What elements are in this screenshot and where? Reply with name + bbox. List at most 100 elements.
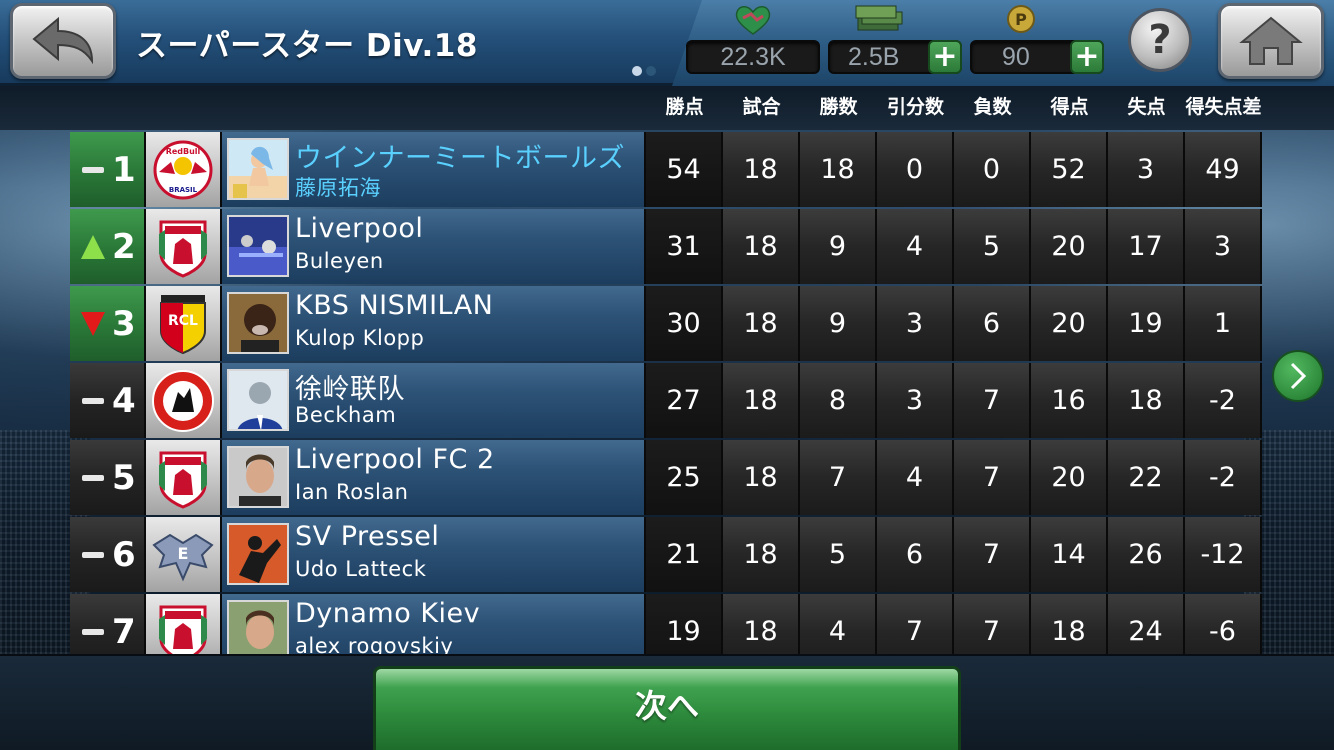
rank-cell: 3 xyxy=(70,286,146,361)
col-header-goals-against: 失点 xyxy=(1127,96,1166,118)
team-name: 徐岭联队 xyxy=(295,374,405,405)
lens-crest-icon: RCL xyxy=(160,294,206,354)
home-button[interactable] xyxy=(1218,3,1324,79)
manager-avatar xyxy=(227,215,289,277)
points-cell: 27 xyxy=(646,363,723,438)
lost-cell: 7 xyxy=(954,517,1031,592)
gp-counter: 22.3K xyxy=(686,40,820,74)
club-crest: RCL xyxy=(146,286,222,361)
rank-cell: 7 xyxy=(70,594,146,654)
lost-cell: 5 xyxy=(954,209,1031,284)
goal-diff-cell: -12 xyxy=(1185,517,1262,592)
club-crest xyxy=(146,209,222,284)
rank-number: 1 xyxy=(112,149,136,190)
manager-name: Kulop Klopp xyxy=(295,326,425,350)
won-cell: 18 xyxy=(800,132,877,207)
chevron-right-icon xyxy=(1290,362,1307,390)
add-coin-button[interactable]: + xyxy=(1070,40,1104,74)
svg-text:RedBull: RedBull xyxy=(166,147,201,156)
drawn-cell: 7 xyxy=(877,594,954,654)
manager-avatar xyxy=(227,523,289,585)
club-crest xyxy=(146,594,222,654)
manager-avatar xyxy=(227,600,289,654)
team-cell: KBS NISMILAN Kulop Klopp xyxy=(222,286,646,361)
eagle-crest-icon: E xyxy=(152,533,214,581)
table-row[interactable]: 2 Liverpool Buleyen 31 18 9 4 5 20 17 3 xyxy=(70,209,1262,284)
lost-cell: 7 xyxy=(954,594,1031,654)
manager-name: Buleyen xyxy=(295,249,384,273)
add-money-button[interactable]: + xyxy=(928,40,962,74)
rank-number: 4 xyxy=(112,380,136,421)
goals-for-cell: 20 xyxy=(1031,286,1108,361)
col-header-points: 勝点 xyxy=(665,96,704,118)
won-cell: 4 xyxy=(800,594,877,654)
drawn-cell: 4 xyxy=(877,440,954,515)
next-button[interactable]: 次へ xyxy=(373,666,961,750)
won-cell: 9 xyxy=(800,209,877,284)
goal-diff-cell: -2 xyxy=(1185,363,1262,438)
goals-against-cell: 19 xyxy=(1108,286,1185,361)
drawn-cell: 4 xyxy=(877,209,954,284)
played-cell: 18 xyxy=(723,132,800,207)
table-row[interactable]: 7 Dynamo Kiev alex rogovskiy 19 18 4 7 7… xyxy=(70,594,1262,654)
team-cell: 徐岭联队 Beckham xyxy=(222,363,646,438)
rank-number: 5 xyxy=(112,457,136,498)
won-cell: 8 xyxy=(800,363,877,438)
back-button[interactable] xyxy=(10,3,116,79)
played-cell: 18 xyxy=(723,209,800,284)
table-row[interactable]: 1 RedBull BRASIL ウインナーミートボールズ 藤原拓海 54 18… xyxy=(70,132,1262,207)
rank-cell: 6 xyxy=(70,517,146,592)
help-button[interactable]: ? xyxy=(1128,8,1192,72)
next-page-button[interactable] xyxy=(1272,350,1324,402)
rank-same-icon xyxy=(80,157,106,183)
goals-against-cell: 18 xyxy=(1108,363,1185,438)
drawn-cell: 3 xyxy=(877,363,954,438)
home-icon xyxy=(1239,16,1303,65)
rank-up-icon xyxy=(80,234,106,260)
table-row[interactable]: 4 徐岭联队 Beckham 27 18 8 3 7 16 18 -2 xyxy=(70,363,1262,438)
goals-against-cell: 22 xyxy=(1108,440,1185,515)
svg-text:RCL: RCL xyxy=(168,313,198,329)
table-row[interactable]: 3 RCL KBS NISMILAN Kulop Klopp 30 18 9 3… xyxy=(70,286,1262,361)
team-cell: Liverpool Buleyen xyxy=(222,209,646,284)
club-crest: RedBull BRASIL xyxy=(146,132,222,207)
points-cell: 31 xyxy=(646,209,723,284)
svg-text:BRASIL: BRASIL xyxy=(169,186,198,194)
rank-same-icon xyxy=(80,388,106,414)
goal-diff-cell: 3 xyxy=(1185,209,1262,284)
team-name: KBS NISMILAN xyxy=(295,290,494,321)
points-cell: 30 xyxy=(646,286,723,361)
rank-number: 7 xyxy=(112,611,136,652)
played-cell: 18 xyxy=(723,517,800,592)
manager-avatar xyxy=(227,369,289,431)
manager-name: Ian Roslan xyxy=(295,480,409,504)
rank-same-icon xyxy=(80,465,106,491)
col-header-drawn: 引分数 xyxy=(886,96,944,118)
goals-for-cell: 52 xyxy=(1031,132,1108,207)
club-crest xyxy=(146,363,222,438)
goals-against-cell: 24 xyxy=(1108,594,1185,654)
manager-name: Beckham xyxy=(295,403,397,427)
lost-cell: 6 xyxy=(954,286,1031,361)
won-cell: 9 xyxy=(800,286,877,361)
team-name: Liverpool xyxy=(295,213,424,244)
rank-number: 2 xyxy=(112,226,136,267)
team-name: Dynamo Kiev xyxy=(295,598,481,629)
drawn-cell: 0 xyxy=(877,132,954,207)
col-header-goals-for: 得点 xyxy=(1050,96,1089,118)
goals-for-cell: 14 xyxy=(1031,517,1108,592)
rank-cell: 5 xyxy=(70,440,146,515)
table-row[interactable]: 6 E SV Pressel Udo Latteck 21 18 5 6 7 1… xyxy=(70,517,1262,592)
points-cell: 54 xyxy=(646,132,723,207)
manager-avatar xyxy=(227,138,289,200)
lost-cell: 0 xyxy=(954,132,1031,207)
team-cell: Liverpool FC 2 Ian Roslan xyxy=(222,440,646,515)
page-dot-active xyxy=(632,66,642,76)
col-header-played: 試合 xyxy=(742,96,781,118)
manager-avatar xyxy=(227,446,289,508)
table-row[interactable]: 5 Liverpool FC 2 Ian Roslan 25 18 7 4 7 … xyxy=(70,440,1262,515)
page-indicator xyxy=(632,66,656,76)
goals-against-cell: 26 xyxy=(1108,517,1185,592)
svg-text:P: P xyxy=(1015,10,1027,29)
rank-number: 3 xyxy=(112,303,136,344)
